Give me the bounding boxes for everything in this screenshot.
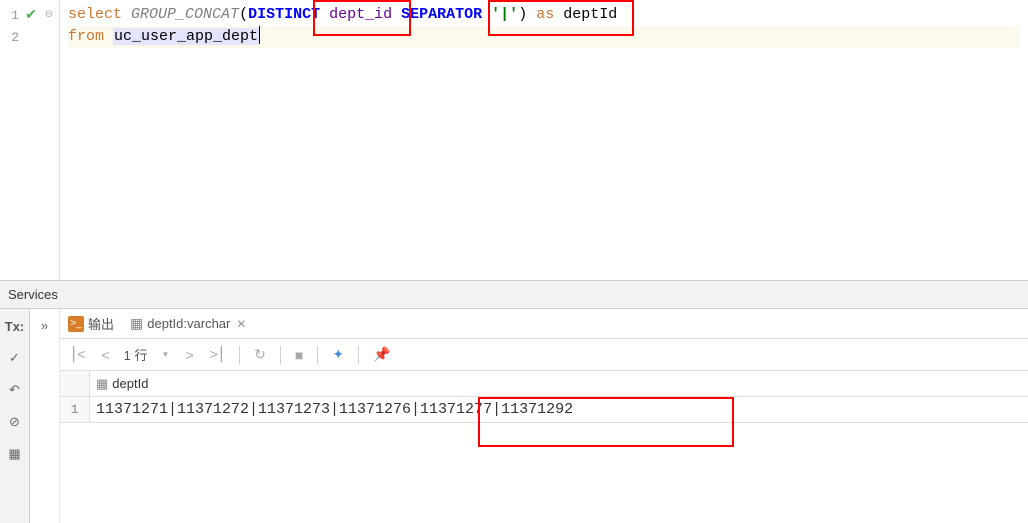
commit-icon[interactable]: ✓ [4,347,26,369]
result-tabs: >_ 输出 ▦ deptId:varchar ✕ [60,309,1028,339]
kw-separator: SEPARATOR [401,6,482,23]
alias-deptid: deptId [563,6,617,23]
editor-gutter: 1 ✔ ⊖ 2 ✔ ⊖ [0,0,60,280]
table-row[interactable]: 1 11371271|11371272|11371273|11371276|11… [60,397,1028,423]
expand-icon[interactable]: » [34,315,56,337]
result-grid[interactable]: ▦ deptId 1 11371271|11371272|11371273|11… [60,371,1028,523]
column-icon: ▦ [96,376,108,392]
kw-as: as [536,6,554,23]
separator [239,346,240,364]
dropdown-icon[interactable]: ▼ [160,348,172,361]
last-page-icon[interactable]: >⎮ [208,344,227,365]
next-page-icon[interactable]: > [183,345,195,365]
result-toolbar: ⎮< < 1 行 ▼ > >⎮ ↻ ■ ✦ 📌 [60,339,1028,371]
col-dept-id: dept_id [329,6,392,23]
row-number: 1 [60,397,90,422]
fold-icon[interactable]: ⊖ [43,9,55,21]
output-icon: >_ [68,316,84,332]
separator [280,346,281,364]
output-tab-label: 输出 [88,314,114,333]
services-inner-toolbar: » [30,309,60,523]
table-name: uc_user_app_dept [113,28,259,45]
grid-icon[interactable]: ▦ [4,443,26,465]
rownum-header [60,371,90,396]
add-row-icon[interactable]: ✦ [330,344,346,365]
line-number: 2 [5,30,19,45]
services-panel-header[interactable]: Services [0,281,1028,309]
prev-page-icon[interactable]: < [99,345,111,365]
separator [317,346,318,364]
str-sep: '|' [491,6,518,23]
cell-value[interactable]: 11371271|11371272|11371273|11371276|1137… [90,397,1028,422]
pin-icon[interactable]: 📌 [371,344,392,365]
column-header[interactable]: ▦ deptId [90,371,1028,396]
services-title: Services [8,287,58,302]
kw-select: select [68,6,122,23]
fn-group-concat: GROUP_CONCAT [131,6,239,23]
stop-icon[interactable]: ■ [293,345,305,365]
reload-icon[interactable]: ↻ [252,344,268,365]
separator [358,346,359,364]
cancel-icon[interactable]: ⊘ [4,411,26,433]
sql-editor[interactable]: select GROUP_CONCAT(DISTINCT dept_id SEP… [60,0,1028,280]
output-tab[interactable]: >_ 输出 [68,314,114,333]
close-icon[interactable]: ✕ [236,317,246,331]
row-count: 1 行 [124,345,148,364]
result-tab[interactable]: ▦ deptId:varchar ✕ [130,315,246,332]
first-page-icon[interactable]: ⎮< [68,344,87,365]
cursor-caret [259,26,260,44]
tx-button[interactable]: Tx: [4,315,26,337]
check-icon: ✔ [23,7,39,24]
kw-distinct: DISTINCT [248,6,320,23]
column-label: deptId [112,376,148,391]
grid-icon: ▦ [130,315,143,332]
rollback-icon[interactable]: ↶ [4,379,26,401]
kw-from: from [68,28,104,45]
services-left-toolbar: Tx: ✓ ↶ ⊘ ▦ [0,309,30,523]
result-tab-label: deptId:varchar [147,316,230,331]
line-number: 1 [5,8,19,23]
